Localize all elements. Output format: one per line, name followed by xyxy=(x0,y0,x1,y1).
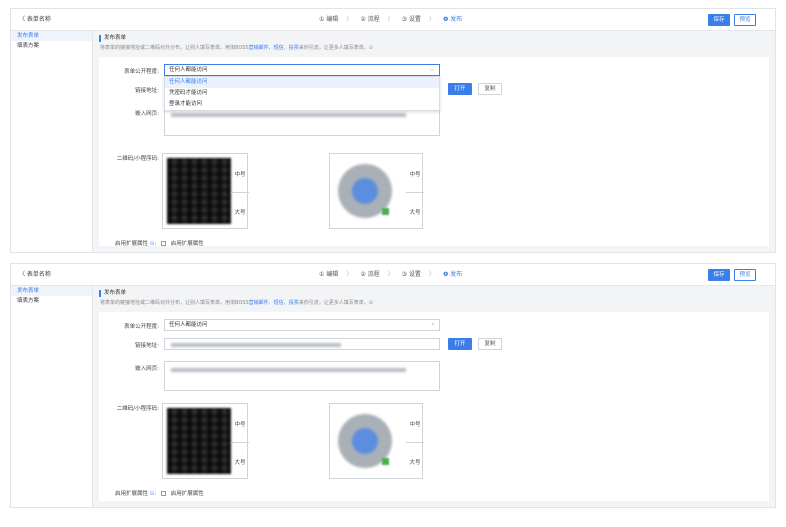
extension-label: 启用扩展属性 xyxy=(115,491,149,497)
link-field[interactable] xyxy=(164,338,440,350)
qr-code-box: 中号 大号 xyxy=(162,153,249,229)
mini-medium-download[interactable]: 中号 xyxy=(406,420,424,428)
chevron-down-icon: ⌵ xyxy=(429,66,434,73)
sms-link[interactable]: 短信 xyxy=(274,45,284,51)
sidebar-item-publish[interactable]: 发布表单 xyxy=(11,286,92,296)
qr-large-download[interactable]: 大号 xyxy=(231,208,249,216)
publish-card: 表单公开程度: 任何人都能访问 ⌵ 任何人都能访问 凭密码才能访问 登录才能访问 … xyxy=(99,57,769,247)
qr-label: 二维码/小程序码: xyxy=(116,156,159,162)
copy-link-button[interactable]: 复制 xyxy=(478,83,502,95)
preview-button[interactable]: 预览 xyxy=(734,14,756,26)
help-icon[interactable]: ⊙: xyxy=(150,241,156,247)
step-publish[interactable]: ❹ 发布 xyxy=(443,14,462,23)
chevron-right-icon: 〉 xyxy=(387,271,394,278)
section-title: 发布表单 xyxy=(99,290,769,297)
main-content: 发布表单 将表单的链接地址或二维码对外分布，让别人填写表单。用淘BOSS营销邮件… xyxy=(99,35,769,247)
dropdown-option-anyone[interactable]: 任何人都能访问 xyxy=(165,77,439,88)
step-indicator: ① 编辑 〉 ② 流程 〉 ③ 设置 〉 ❹ 发布 xyxy=(319,14,462,23)
step-flow[interactable]: ② 流程 xyxy=(360,269,379,278)
chevron-right-icon: 〉 xyxy=(346,16,353,23)
vote-link[interactable]: 投票 xyxy=(289,300,299,306)
qr-large-download[interactable]: 大号 xyxy=(231,458,249,466)
step-settings[interactable]: ③ 设置 xyxy=(402,14,421,23)
qr-medium-download[interactable]: 中号 xyxy=(231,420,249,428)
chevron-right-icon: 〉 xyxy=(428,271,435,278)
back-button[interactable]: 〈 表单名称 xyxy=(19,269,51,278)
extension-row: 启用扩展属性 ⊙: 启用扩展属性 xyxy=(115,489,204,497)
builder-panel-dropdown-open: 〈 表单名称 ① 编辑 〉 ② 流程 〉 ③ 设置 〉 ❹ 发布 保存 预览 发… xyxy=(10,8,776,253)
visibility-dropdown: 任何人都能访问 凭密码才能访问 登录才能访问 xyxy=(164,76,440,111)
chevron-right-icon: 〉 xyxy=(346,271,353,278)
mini-program-code-box: 中号 大号 xyxy=(329,403,424,479)
extension-checkbox[interactable] xyxy=(160,241,166,246)
copy-link-button[interactable]: 复制 xyxy=(478,338,502,350)
step-flow[interactable]: ② 流程 xyxy=(360,14,379,23)
link-label: 链接地址: xyxy=(135,343,159,349)
extension-checkbox-label[interactable]: 启用扩展属性 xyxy=(171,241,204,247)
dropdown-option-password[interactable]: 凭密码才能访问 xyxy=(165,88,439,99)
embed-label: 嵌入网页: xyxy=(135,366,159,372)
qr-medium-download[interactable]: 中号 xyxy=(231,170,249,178)
step-edit[interactable]: ① 编辑 xyxy=(319,269,338,278)
step-publish[interactable]: ❹ 发布 xyxy=(443,269,462,278)
sidebar-item-publish[interactable]: 发布表单 xyxy=(11,31,92,41)
main-content: 发布表单 将表单的链接地址或二维码对外分布，让别人填写表单。用淘BOSS营销邮件… xyxy=(99,290,769,501)
extension-label: 启用扩展属性 xyxy=(115,241,149,247)
builder-panel-dropdown-closed: 〈 表单名称 ① 编辑 〉 ② 流程 〉 ③ 设置 〉 ❹ 发布 保存 预览 发… xyxy=(10,263,776,508)
save-button[interactable]: 保存 xyxy=(708,14,730,26)
top-bar: 〈 表单名称 ① 编辑 〉 ② 流程 〉 ③ 设置 〉 ❹ 发布 保存 预览 xyxy=(11,9,775,31)
open-link-button[interactable]: 打开 xyxy=(448,83,472,95)
extension-row: 启用扩展属性 ⊙: 启用扩展属性 xyxy=(115,239,204,247)
visibility-label: 表单公开程度: xyxy=(124,324,159,330)
sidebar-item-fill-plan[interactable]: 填表方案 xyxy=(11,41,92,51)
link-label: 链接地址: xyxy=(135,88,159,94)
chevron-right-icon: 〉 xyxy=(387,16,394,23)
preview-button[interactable]: 预览 xyxy=(734,269,756,281)
sidebar-item-fill-plan[interactable]: 填表方案 xyxy=(11,296,92,306)
sidebar: 发布表单 填表方案 xyxy=(11,31,93,252)
mini-large-download[interactable]: 大号 xyxy=(406,208,424,216)
section-description: 将表单的链接地址或二维码对外分布，让别人填写表单。用淘BOSS营销邮件、短信、投… xyxy=(100,300,373,306)
email-link[interactable]: 营销邮件 xyxy=(249,45,269,51)
step-edit[interactable]: ① 编辑 xyxy=(319,14,338,23)
qr-code-image xyxy=(167,158,231,224)
visibility-select[interactable]: 任何人都能访问 ⌵ xyxy=(164,64,440,76)
step-indicator: ① 编辑 〉 ② 流程 〉 ③ 设置 〉 ❹ 发布 xyxy=(319,269,462,278)
mini-program-code-box: 中号 大号 xyxy=(329,153,424,229)
extension-checkbox-label[interactable]: 启用扩展属性 xyxy=(171,491,204,497)
section-description: 将表单的链接地址或二维码对外分布，让别人填写表单。用淘BOSS营销邮件、短信、投… xyxy=(100,45,373,51)
embed-label: 嵌入网页: xyxy=(135,111,159,117)
email-link[interactable]: 营销邮件 xyxy=(249,300,269,306)
qr-code-box: 中号 大号 xyxy=(162,403,249,479)
step-settings[interactable]: ③ 设置 xyxy=(402,269,421,278)
visibility-label: 表单公开程度: xyxy=(124,69,159,75)
chevron-right-icon: 〉 xyxy=(428,16,435,23)
qr-label: 二维码/小程序码: xyxy=(116,406,159,412)
chevron-right-icon: › xyxy=(431,321,434,328)
extension-checkbox[interactable] xyxy=(160,491,166,496)
embed-code-field[interactable] xyxy=(164,361,440,391)
qr-code-image xyxy=(167,408,231,474)
mini-medium-download[interactable]: 中号 xyxy=(406,170,424,178)
top-bar: 〈 表单名称 ① 编辑 〉 ② 流程 〉 ③ 设置 〉 ❹ 发布 保存 预览 xyxy=(11,264,775,286)
help-icon[interactable]: ⊙: xyxy=(150,491,156,497)
publish-card: 表单公开程度: 任何人都能访问 › 链接地址: 打开 复制 嵌入网页: 二维码/小… xyxy=(99,312,769,501)
section-title: 发布表单 xyxy=(99,35,769,42)
sms-link[interactable]: 短信 xyxy=(274,300,284,306)
open-link-button[interactable]: 打开 xyxy=(448,338,472,350)
dropdown-option-login[interactable]: 登录才能访问 xyxy=(165,99,439,110)
vote-link[interactable]: 投票 xyxy=(289,45,299,51)
save-button[interactable]: 保存 xyxy=(708,269,730,281)
mini-large-download[interactable]: 大号 xyxy=(406,458,424,466)
sidebar: 发布表单 填表方案 xyxy=(11,286,93,507)
visibility-select[interactable]: 任何人都能访问 › xyxy=(164,319,440,331)
back-button[interactable]: 〈 表单名称 xyxy=(19,14,51,23)
